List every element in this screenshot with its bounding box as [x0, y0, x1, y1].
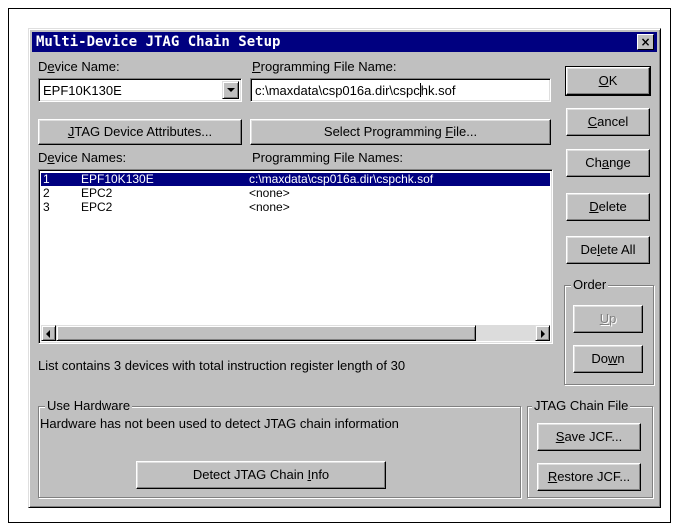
arrow-left-icon	[46, 330, 50, 338]
arrow-right-icon	[541, 330, 545, 338]
chevron-down-icon	[227, 88, 235, 92]
use-hardware-legend: Use Hardware	[45, 398, 133, 413]
order-group-legend: Order	[571, 277, 609, 292]
order-group: Order Up Down	[564, 277, 654, 385]
select-programming-file-button[interactable]: Select Programming File...	[250, 119, 551, 145]
device-row[interactable]: 2 EPC2 <none>	[41, 187, 550, 200]
cancel-button[interactable]: Cancel	[566, 108, 650, 136]
device-row-file: <none>	[249, 200, 290, 214]
device-list[interactable]: 1 EPF10K130E c:\maxdata\csp016a.dir\cspc…	[38, 169, 553, 344]
jtag-chain-file-legend: JTAG Chain File	[532, 398, 631, 413]
device-name-dropdown-button[interactable]	[222, 81, 239, 99]
list-summary: List contains 3 devices with total instr…	[38, 358, 406, 373]
device-row-name: EPC2	[81, 186, 113, 200]
device-names-header: Device Names:	[38, 150, 127, 165]
jtag-chain-file-group: JTAG Chain File Save JCF... Restore JCF.…	[527, 398, 653, 498]
device-name-label: Device Name:	[38, 59, 120, 74]
close-icon: ×	[640, 35, 651, 49]
device-name-combobox[interactable]: EPF10K130E	[38, 78, 242, 102]
device-row-number: 1	[43, 172, 50, 186]
save-jcf-button[interactable]: Save JCF...	[537, 423, 641, 451]
close-button[interactable]: ×	[637, 34, 654, 50]
device-row-file: <none>	[249, 186, 290, 200]
horizontal-scrollbar[interactable]	[41, 325, 550, 341]
delete-all-button[interactable]: Delete All	[566, 236, 650, 264]
device-name-value: EPF10K130E	[43, 83, 122, 98]
device-row-name: EPF10K130E	[81, 172, 154, 186]
jtag-device-attributes-button[interactable]: JTAG Device Attributes...	[38, 119, 242, 145]
down-button[interactable]: Down	[573, 345, 643, 373]
programming-file-name-input[interactable]: c:\maxdata\csp016a.dir\cspchk.sof	[250, 78, 551, 102]
ok-button[interactable]: OK	[565, 66, 651, 96]
restore-jcf-button[interactable]: Restore JCF...	[537, 463, 641, 491]
device-row-name: EPC2	[81, 200, 113, 214]
scrollbar-thumb[interactable]	[56, 325, 476, 341]
scroll-right-button[interactable]	[535, 325, 550, 341]
programming-file-value-a: c:\maxdata\csp016a.dir\cspc	[255, 83, 420, 98]
device-row[interactable]: 3 EPC2 <none>	[41, 201, 550, 214]
delete-button[interactable]: Delete	[566, 193, 650, 221]
programming-file-names-header: Programming File Names:	[252, 150, 403, 165]
detect-jtag-chain-info-button[interactable]: Detect JTAG Chain Info	[136, 461, 386, 489]
jtag-chain-setup-dialog: Multi-Device JTAG Chain Setup × Device N…	[28, 28, 661, 508]
device-row-file: c:\maxdata\csp016a.dir\cspchk.sof	[249, 172, 434, 186]
hardware-message: Hardware has not been used to detect JTA…	[40, 416, 399, 431]
scroll-left-button[interactable]	[41, 325, 56, 341]
window-title: Multi-Device JTAG Chain Setup	[36, 34, 281, 50]
use-hardware-group: Use Hardware Hardware has not been used …	[38, 398, 521, 498]
up-button[interactable]: Up	[573, 305, 643, 333]
programming-file-value-b: hk.sof	[420, 83, 456, 98]
title-bar[interactable]: Multi-Device JTAG Chain Setup ×	[32, 32, 657, 52]
device-row[interactable]: 1 EPF10K130E c:\maxdata\csp016a.dir\cspc…	[41, 173, 550, 186]
programming-file-name-label: Programming File Name:	[252, 59, 397, 74]
device-row-number: 2	[43, 186, 50, 200]
change-button[interactable]: Change	[566, 149, 650, 177]
device-row-number: 3	[43, 200, 50, 214]
